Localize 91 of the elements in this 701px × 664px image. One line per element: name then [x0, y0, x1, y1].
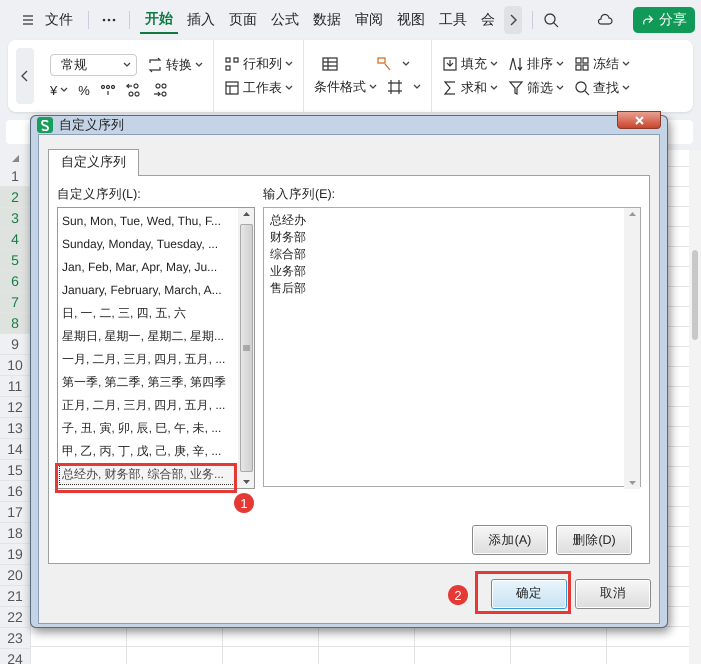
chevron-left-icon[interactable] [16, 48, 34, 104]
sort-icon [508, 56, 524, 72]
percent-button[interactable]: % [78, 82, 90, 98]
menu-tab[interactable]: 视图 [392, 7, 430, 33]
chevron-down-icon [490, 61, 498, 67]
fill-icon [442, 56, 458, 72]
row-header[interactable]: 5 [0, 250, 30, 271]
conditional-format-button[interactable]: 条件格式 [314, 78, 377, 96]
convert-icon [147, 57, 163, 73]
worksheet-icon [224, 80, 240, 96]
filter-button[interactable]: 筛选 [508, 79, 564, 97]
chevron-down-icon [413, 84, 421, 90]
list-item[interactable]: Sun, Mon, Tue, Wed, Thu, F... [58, 210, 238, 233]
row-header[interactable]: 6 [0, 271, 30, 292]
rows-columns-icon [224, 56, 240, 72]
close-button[interactable] [617, 111, 661, 129]
row-header[interactable]: 2 [0, 187, 30, 208]
menu-tab[interactable]: 工具 [434, 7, 472, 33]
sort-button[interactable]: 排序 [508, 55, 564, 73]
chevron-down-icon [195, 62, 203, 68]
cancel-button[interactable]: 取消 [575, 578, 651, 608]
row-header[interactable]: 8 [0, 313, 30, 334]
vertical-scrollbar[interactable] [689, 150, 701, 664]
delete-button[interactable]: 删除(D) [556, 525, 632, 555]
list-item[interactable]: 一月, 二月, 三月, 四月, 五月, ... [58, 348, 238, 371]
chevron-right-icon[interactable] [504, 6, 522, 34]
menu-tab[interactable]: 审阅 [350, 7, 388, 33]
chevron-down-icon [622, 61, 630, 67]
list-item[interactable]: Jan, Feb, Mar, Apr, May, Ju... [58, 256, 238, 279]
decimal-decrease-icon [152, 82, 168, 98]
row-header[interactable]: 3 [0, 208, 30, 229]
select-all-icon[interactable] [12, 154, 18, 162]
decimal-increase-icon [126, 82, 142, 98]
thousands-separator-icon [100, 82, 116, 98]
list-item[interactable]: 正月, 二月, 三月, 四月, 五月, ... [58, 394, 238, 417]
list-scrollbar[interactable] [238, 208, 254, 488]
chevron-down-icon [285, 85, 293, 91]
grip-icon [242, 345, 250, 351]
worksheet-button[interactable]: 工作表 [224, 79, 293, 97]
row-header[interactable]: 7 [0, 292, 30, 313]
dialog-title: 自定义序列 [59, 116, 124, 134]
menu-tab[interactable]: 会 [476, 7, 500, 33]
number-format-dropdown[interactable]: 常规 [50, 54, 137, 76]
fill-button[interactable]: 填充 [442, 55, 498, 73]
chevron-down-icon [60, 87, 68, 93]
scroll-down-icon[interactable] [242, 480, 250, 484]
ok-button[interactable]: 确定 [491, 578, 567, 608]
add-button[interactable]: 添加(A) [472, 525, 548, 555]
sigma-icon [442, 80, 458, 96]
list-item[interactable]: Sunday, Monday, Tuesday, ... [58, 233, 238, 256]
dialog-tab[interactable]: 自定义序列 [48, 149, 139, 176]
menu-tab[interactable]: 公式 [266, 7, 304, 33]
list-item[interactable]: 第一季, 第二季, 第三季, 第四季 [58, 371, 238, 394]
share-icon [641, 13, 655, 27]
search-icon [543, 12, 559, 28]
chevron-down-icon [402, 61, 410, 67]
currency-button[interactable]: ¥ [50, 82, 68, 98]
list-item[interactable]: 日, 一, 二, 三, 四, 五, 六 [58, 302, 238, 325]
chevron-down-icon [556, 61, 564, 67]
list-item[interactable]: 子, 丑, 寅, 卯, 辰, 巳, 午, 未, ... [58, 417, 238, 440]
list-item[interactable]: January, February, March, A... [58, 279, 238, 302]
menu-tab[interactable]: 开始 [140, 6, 178, 34]
app-logo-icon [37, 117, 53, 133]
input-label: 输入序列(E): [263, 186, 336, 203]
filter-icon [508, 80, 524, 96]
chevron-down-icon [285, 61, 293, 67]
list-label: 自定义序列(L): [57, 186, 142, 203]
border-icon [387, 79, 403, 95]
chevron-down-icon [369, 84, 377, 90]
menu-tab[interactable]: 文件 [40, 7, 78, 33]
menu-tab[interactable]: 数据 [308, 7, 346, 33]
rows-columns-button[interactable]: 行和列 [224, 55, 293, 73]
series-list[interactable] [57, 207, 255, 489]
menu-tab[interactable]: 插入 [182, 7, 220, 33]
sum-button[interactable]: 求和 [442, 79, 498, 97]
menu-tab[interactable]: 页面 [224, 7, 262, 33]
chevron-down-icon [622, 85, 630, 91]
chevron-down-icon [490, 85, 498, 91]
convert-button[interactable]: 转换 [147, 56, 203, 74]
chevron-down-icon [123, 62, 131, 68]
search-icon [574, 80, 590, 96]
find-button[interactable]: 查找 [574, 79, 630, 97]
chevron-down-icon [556, 85, 564, 91]
share-button[interactable]: 分享 [633, 7, 695, 33]
row-header[interactable]: 4 [0, 229, 30, 250]
freeze-icon [574, 56, 590, 72]
list-item[interactable]: 星期日, 星期一, 星期二, 星期... [58, 325, 238, 348]
freeze-button[interactable]: 冻结 [574, 55, 630, 73]
list-item[interactable]: 甲, 乙, 丙, 丁, 戊, 己, 庚, 辛, ... [58, 440, 238, 463]
scroll-up-icon[interactable] [242, 212, 250, 216]
close-icon [634, 116, 644, 124]
